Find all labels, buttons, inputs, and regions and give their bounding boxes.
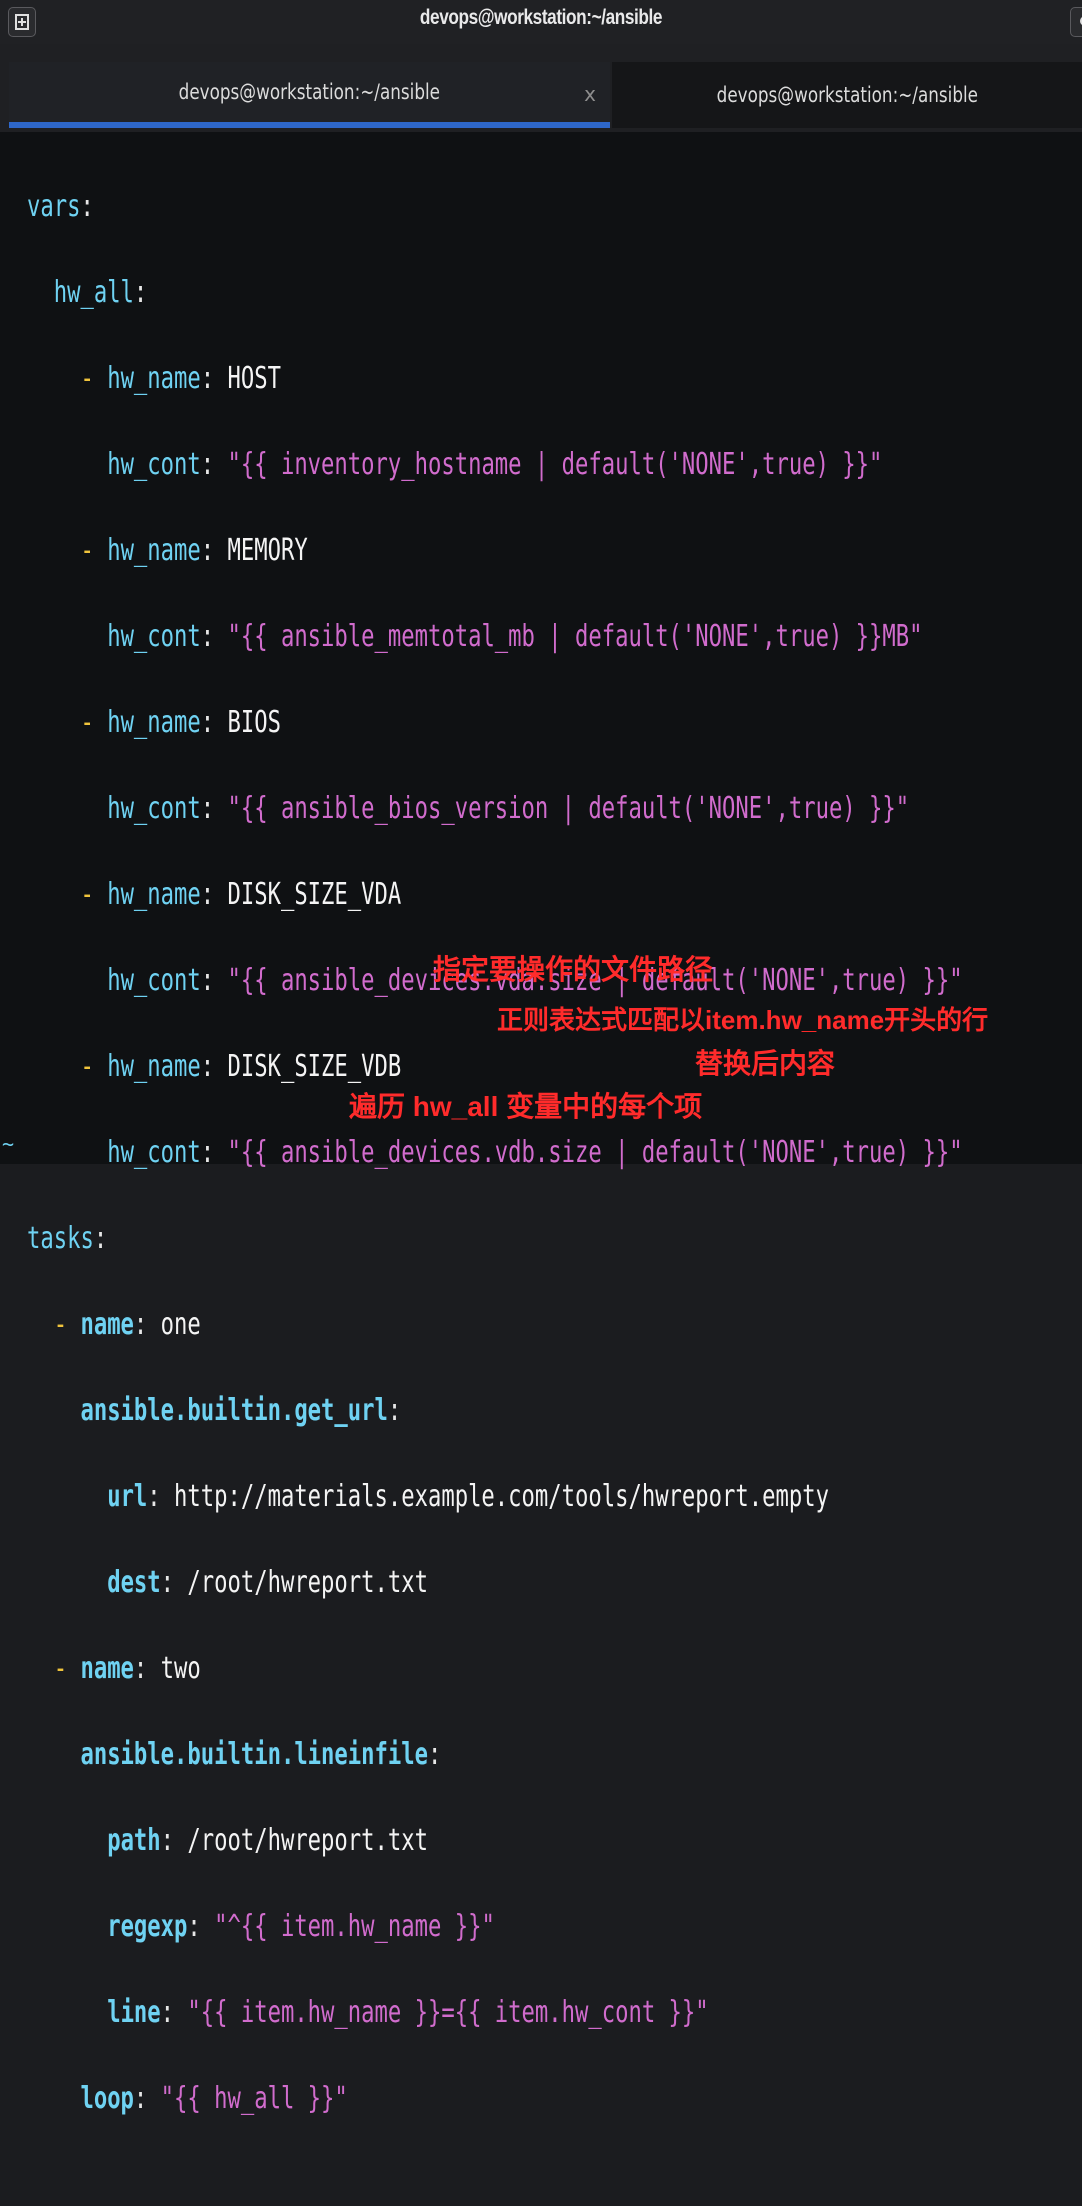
tab-terminal-2[interactable]: devops@workstation:~/ansible: [612, 62, 1082, 128]
tab-label: devops@workstation:~/ansible: [178, 80, 441, 104]
hw-name-value: DISK_SIZE_VDA: [227, 877, 402, 912]
hw-name-value: MEMORY: [227, 533, 308, 568]
hw-name-value: HOST: [227, 361, 281, 396]
line-value: "{{ item.hw_name }}={{ item.hw_cont }}": [187, 1995, 709, 2030]
yaml-code: vars: hw_all: - hw_name: HOST hw_cont: "…: [27, 189, 963, 2116]
key-vars: vars: [27, 189, 81, 224]
search-button[interactable]: [1070, 7, 1082, 37]
hw-cont-value: "{{ ansible_bios_version | default('NONE…: [227, 791, 910, 826]
hw-cont-value: "{{ ansible_memtotal_mb | default('NONE'…: [227, 619, 923, 654]
window-title: devops@workstation:~/ansible: [419, 6, 663, 29]
close-icon[interactable]: x: [584, 82, 596, 106]
annotation-line: 替换后内容: [695, 1048, 836, 1079]
new-tab-button[interactable]: [8, 7, 36, 37]
module-lineinfile: ansible.builtin.lineinfile: [80, 1737, 428, 1772]
hw-cont-value: "{{ inventory_hostname | default('NONE',…: [227, 447, 883, 482]
empty-line-marker: ~: [2, 1132, 15, 1156]
terminal-editor[interactable]: vars: hw_all: - hw_name: HOST hw_cont: "…: [0, 132, 1082, 2116]
tab-bar: devops@workstation:~/ansible x devops@wo…: [0, 44, 1082, 132]
hw-name-value: DISK_SIZE_VDB: [227, 1049, 402, 1084]
task-name-value: two: [160, 1651, 201, 1686]
hw-cont-value: "{{ ansible_devices.vdb.size | default('…: [227, 1135, 963, 1170]
task-name-value: one: [160, 1307, 201, 1342]
hw-name-value: BIOS: [227, 705, 281, 740]
tab-label: devops@workstation:~/ansible: [716, 83, 978, 107]
dest-value: /root/hwreport.txt: [187, 1565, 428, 1600]
url-value: http://materials.example.com/tools/hwrep…: [174, 1479, 829, 1514]
annotation-path: 指定要操作的文件路径: [433, 954, 714, 985]
window-titlebar: devops@workstation:~/ansible: [0, 0, 1082, 45]
annotation-regexp: 正则表达式匹配以item.hw_name开头的行: [497, 1005, 989, 1035]
annotation-loop: 遍历 hw_all 变量中的每个项: [349, 1091, 703, 1122]
key-tasks: tasks: [27, 1221, 94, 1256]
regexp-value: "^{{ item.hw_name }}": [214, 1909, 495, 1944]
path-value: /root/hwreport.txt: [187, 1823, 428, 1858]
loop-value: "{{ hw_all }}": [160, 2081, 348, 2116]
key-hw-all: hw_all: [53, 275, 134, 310]
module-get-url: ansible.builtin.get_url: [80, 1393, 388, 1428]
tab-terminal-1[interactable]: devops@workstation:~/ansible x: [9, 62, 610, 128]
new-tab-icon: [15, 14, 29, 30]
